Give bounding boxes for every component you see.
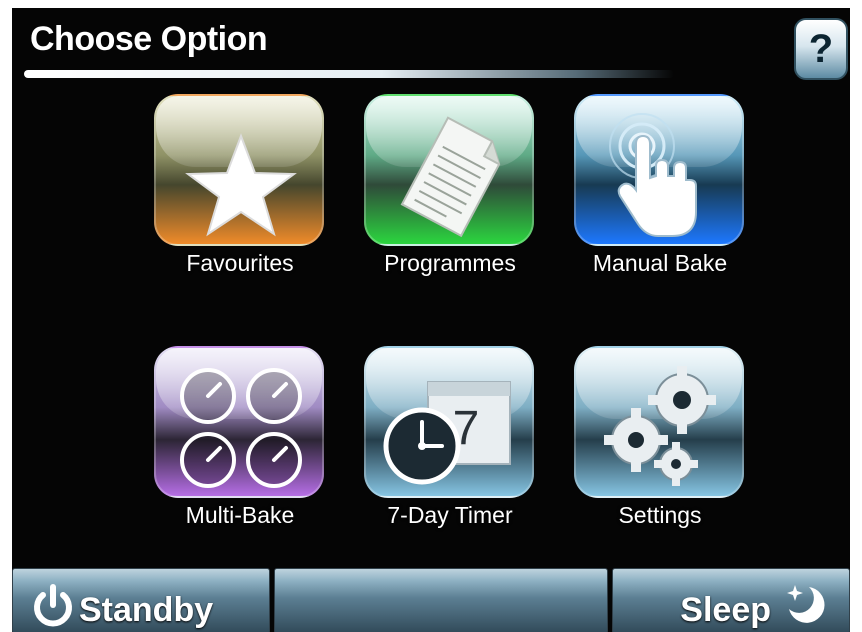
settings-tile[interactable]: Settings bbox=[570, 346, 754, 528]
moon-icon bbox=[787, 585, 825, 623]
standby-label: Standby bbox=[79, 591, 214, 629]
four-timers-icon bbox=[180, 368, 302, 488]
multi-bake-tile[interactable]: Multi-Bake bbox=[150, 346, 334, 528]
touch-hand-icon bbox=[609, 113, 697, 237]
settings-button[interactable] bbox=[574, 346, 744, 498]
manual-bake-tile[interactable]: Manual Bake bbox=[570, 94, 754, 276]
programmes-button[interactable] bbox=[364, 94, 534, 246]
seven-day-timer-tile[interactable]: 7 7-Day Timer bbox=[360, 346, 544, 528]
sleep-button[interactable]: Sleep bbox=[612, 568, 850, 632]
favourites-tile[interactable]: Favourites bbox=[150, 94, 334, 276]
standby-button[interactable]: Standby bbox=[12, 568, 270, 632]
oven-screen: Choose Option ? Favourites Programmes Ma… bbox=[12, 8, 850, 632]
blank-softkey[interactable] bbox=[274, 568, 608, 632]
seven-day-timer-button[interactable]: 7 bbox=[364, 346, 534, 498]
manual-bake-label: Manual Bake bbox=[592, 250, 728, 276]
settings-label: Settings bbox=[618, 502, 702, 528]
help-button[interactable]: ? bbox=[794, 18, 848, 80]
power-icon bbox=[34, 584, 72, 627]
programmes-tile[interactable]: Programmes bbox=[360, 94, 544, 276]
star-icon bbox=[185, 133, 297, 237]
seven-day-timer-label: 7-Day Timer bbox=[387, 502, 513, 528]
multi-bake-button[interactable] bbox=[154, 346, 324, 498]
multi-bake-label: Multi-Bake bbox=[185, 502, 295, 528]
favourites-label: Favourites bbox=[186, 250, 294, 276]
programmes-label: Programmes bbox=[384, 250, 516, 276]
title-underline bbox=[24, 70, 674, 78]
page-title: Choose Option bbox=[30, 20, 268, 58]
manual-bake-button[interactable] bbox=[574, 94, 744, 246]
document-icon bbox=[400, 116, 501, 238]
clock-calendar-icon: 7 bbox=[383, 381, 511, 485]
favourites-button[interactable] bbox=[154, 94, 324, 246]
sleep-label: Sleep bbox=[680, 591, 771, 629]
gears-icon bbox=[604, 366, 716, 486]
